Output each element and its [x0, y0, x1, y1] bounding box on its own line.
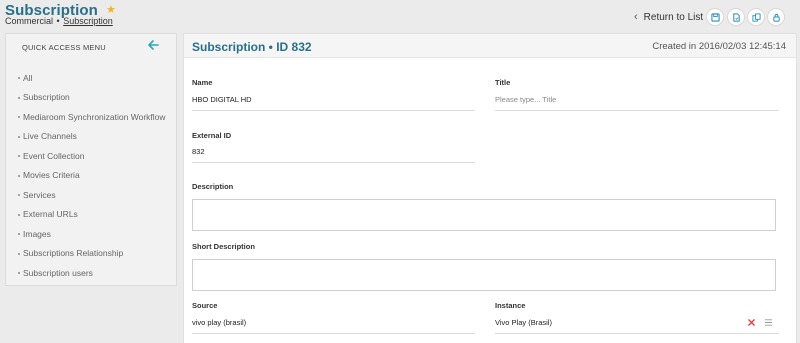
description-textarea[interactable]: [192, 199, 776, 231]
lock-button[interactable]: [767, 8, 785, 26]
sidebar-item-mediaroom-sync[interactable]: Mediaroom Synchronization Workflow: [18, 107, 166, 127]
name-label: Name: [192, 78, 213, 87]
return-to-list-link[interactable]: ‹ Return to List: [634, 11, 703, 23]
save-copy-icon: [732, 12, 740, 22]
breadcrumb-separator: •: [56, 16, 60, 26]
bullet-icon: [18, 174, 20, 177]
external-id-field[interactable]: 832: [192, 147, 475, 163]
sidebar-item-all[interactable]: All: [18, 68, 166, 88]
created-timestamp: Created in 2016/02/03 12:45:14: [652, 41, 786, 52]
breadcrumb-parent: Commercial: [5, 16, 54, 26]
instance-label: Instance: [495, 301, 526, 310]
sidebar-title: QUICK ACCESS MENU: [22, 43, 106, 52]
favorite-star-icon[interactable]: ★: [106, 3, 116, 16]
sidebar-item-label: Services: [23, 189, 56, 200]
top-bar: Subscription ★ Commercial • Subscription…: [0, 0, 800, 28]
sidebar-item-label: Movies Criteria: [23, 170, 80, 181]
menu-lines-icon[interactable]: [764, 318, 773, 327]
title-field[interactable]: Please type... Title: [495, 95, 779, 111]
sidebar-item-label: All: [23, 72, 33, 83]
sidebar-item-event-collection[interactable]: Event Collection: [18, 146, 166, 166]
breadcrumb-current-link[interactable]: Subscription: [63, 16, 113, 26]
sidebar-menu-list: All Subscription Mediaroom Synchronizati…: [18, 68, 166, 283]
instance-select[interactable]: Vivo Play (Brasil): [495, 318, 779, 334]
return-to-list-label: Return to List: [643, 11, 704, 23]
sidebar-item-label: Subscription: [23, 92, 70, 103]
name-field[interactable]: HBO DIGITAL HD: [192, 95, 475, 111]
sidebar-item-subscriptions-relationship[interactable]: Subscriptions Relationship: [18, 244, 166, 264]
source-label: Source: [192, 301, 218, 310]
save-and-continue-button[interactable]: [727, 8, 745, 26]
sidebar-item-images[interactable]: Images: [18, 224, 166, 244]
form-title: Subscription • ID 832: [192, 40, 312, 54]
bullet-icon: [18, 96, 20, 99]
sidebar-item-label: Images: [23, 228, 51, 239]
save-icon: [710, 12, 720, 22]
sidebar-item-label: Subscription users: [23, 267, 93, 278]
sidebar-item-label: Event Collection: [23, 150, 85, 161]
sidebar-item-subscription-users[interactable]: Subscription users: [18, 263, 166, 283]
collapse-arrow-left-icon[interactable]: [146, 38, 160, 52]
sidebar-item-label: Mediaroom Synchronization Workflow: [23, 111, 166, 122]
source-field[interactable]: vivo play (brasil): [192, 318, 475, 334]
breadcrumb: Commercial • Subscription: [5, 16, 113, 26]
description-label: Description: [192, 182, 234, 191]
sidebar-item-services[interactable]: Services: [18, 185, 166, 205]
sidebar-item-label: Subscriptions Relationship: [23, 248, 124, 259]
form-header: Subscription • ID 832 Created in 2016/02…: [184, 34, 796, 58]
clear-x-icon[interactable]: [748, 319, 755, 326]
short-description-textarea[interactable]: [192, 259, 776, 291]
duplicate-icon: [751, 12, 761, 22]
duplicate-button[interactable]: [747, 8, 765, 26]
sidebar-item-live-channels[interactable]: Live Channels: [18, 127, 166, 147]
sidebar-item-external-urls[interactable]: External URLs: [18, 205, 166, 225]
save-button[interactable]: [706, 8, 724, 26]
bullet-icon: [18, 213, 20, 216]
title-label: Title: [495, 78, 511, 87]
sidebar-item-label: Live Channels: [23, 131, 77, 142]
bullet-icon: [18, 135, 20, 138]
bullet-icon: [18, 233, 20, 236]
chevron-left-icon: ‹: [634, 11, 638, 23]
bullet-icon: [18, 252, 20, 255]
bullet-icon: [18, 194, 20, 197]
bullet-icon: [18, 155, 20, 158]
lock-icon: [772, 13, 780, 22]
bullet-icon: [18, 77, 20, 80]
quick-access-sidebar: QUICK ACCESS MENU All Subscription Media…: [5, 33, 177, 286]
sidebar-item-subscription[interactable]: Subscription: [18, 88, 166, 108]
sidebar-item-label: External URLs: [23, 209, 78, 220]
sidebar-item-movies-criteria[interactable]: Movies Criteria: [18, 166, 166, 186]
external-id-label: External ID: [192, 131, 232, 140]
sidebar-header: QUICK ACCESS MENU: [6, 34, 176, 58]
bullet-icon: [18, 272, 20, 275]
short-description-label: Short Description: [192, 242, 255, 251]
subscription-form-panel: Subscription • ID 832 Created in 2016/02…: [183, 33, 797, 343]
bullet-icon: [18, 116, 20, 119]
